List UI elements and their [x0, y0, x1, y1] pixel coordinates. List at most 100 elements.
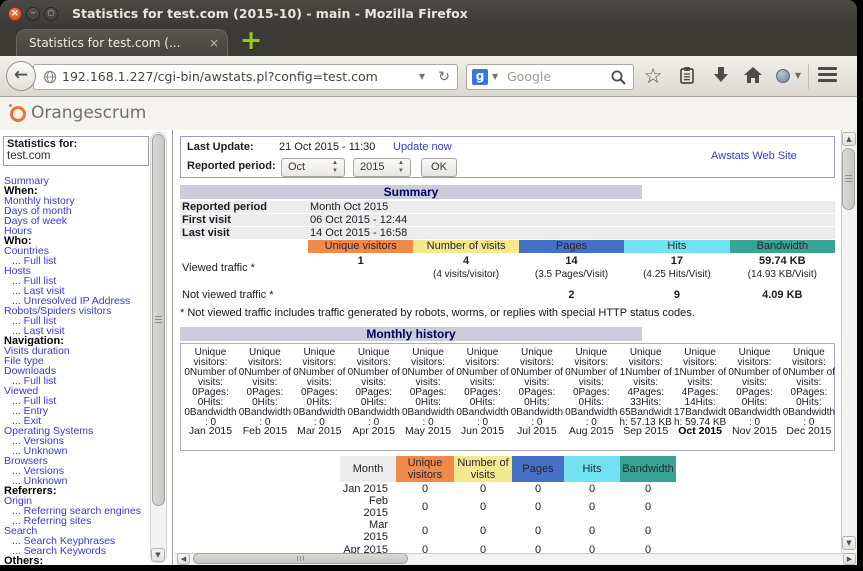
search-engine-dropdown-icon[interactable]: ▼	[492, 65, 498, 89]
sidebar-item-unknown[interactable]: ... Unknown	[4, 446, 152, 456]
sidebar-item-monthly-history[interactable]: Monthly history	[4, 196, 152, 206]
extension-dropdown-icon[interactable]: ▼	[792, 65, 804, 87]
sidebar-item-days-of-month[interactable]: Days of month	[4, 206, 152, 216]
search-go-icon[interactable]	[610, 69, 627, 86]
year-select[interactable]: 2015 ▲ ▼	[353, 158, 411, 177]
bookmark-star-icon[interactable]: ☆	[642, 65, 664, 87]
month-select[interactable]: Oct ▲ ▼	[281, 158, 345, 177]
value-cell: 0	[421, 501, 429, 513]
sidebar-item-versions[interactable]: ... Versions	[4, 436, 152, 446]
month-cell: Jan 2015	[342, 482, 388, 495]
update-now-link[interactable]: Update now	[393, 141, 452, 153]
sidebar-item-downloads[interactable]: Downloads	[4, 366, 152, 376]
toolbar-separator	[808, 64, 809, 89]
main-scrollbar-thumb[interactable]	[842, 148, 855, 210]
url-dropdown-icon[interactable]: ▼	[419, 65, 425, 89]
viewed-value: 14	[565, 255, 578, 267]
sidebar-item-robots-spiders-visitors[interactable]: Robots/Spiders visitors	[4, 306, 152, 316]
sidebar-item-days-of-week[interactable]: Days of week	[4, 216, 152, 226]
column-header-number-of-visits: Number of visits	[413, 240, 519, 253]
sidebar-scrollbar-thumb[interactable]	[152, 134, 165, 506]
sidebar: Statistics for: test.com Summary When: Mon…	[0, 130, 171, 565]
menu-hamburger-icon[interactable]	[818, 67, 840, 89]
value-cell: 0	[644, 543, 652, 554]
sidebar-item-last-visit[interactable]: ... Last visit	[4, 326, 152, 336]
sidebar-item-operating-systems[interactable]: Operating Systems	[4, 426, 152, 436]
new-tab-button[interactable]: +	[238, 27, 264, 55]
main-scroll-right-button[interactable]: ▶	[843, 553, 856, 565]
sidebar-item-unknown[interactable]: ... Unknown	[4, 476, 152, 486]
viewed-value: 1	[357, 255, 364, 267]
orangescrum-logo-leaf	[8, 103, 13, 108]
sidebar-item-hosts[interactable]: Hosts	[4, 266, 152, 276]
awstats-website-link[interactable]: Awstats Web Site	[711, 150, 797, 162]
viewed-ratio: (4 visits/visitor)	[433, 269, 500, 280]
main-scroll-down-button[interactable]: ▼	[842, 536, 856, 550]
monthly-table-row-feb-2015: Feb 2015 0 0 0 0 0	[340, 495, 676, 519]
month-spinner-icon[interactable]: ▲ ▼	[329, 159, 341, 176]
sidebar-item-unresolved-ip-address[interactable]: ... Unresolved IP Address	[4, 296, 152, 306]
url-text[interactable]: 192.168.1.227/cgi-bin/awstats.pl?config=…	[62, 65, 378, 89]
monthly-bar-alt-apr-2015: Unique visitors: 0Number of visits: 0Pag…	[347, 347, 400, 428]
sidebar-item-full-list[interactable]: ... Full list	[4, 256, 152, 266]
sidebar-section-navigation: Navigation:	[4, 336, 64, 346]
main-scroll-up-button[interactable]: ▲	[842, 132, 856, 146]
sidebar-item-origin[interactable]: Origin	[4, 496, 152, 506]
value-cell: 0	[644, 501, 652, 513]
sidebar-item-full-list[interactable]: ... Full list	[4, 316, 152, 326]
viewed-value: 59.74 KB	[759, 255, 806, 267]
summary-row-last-visit: Last visit 14 Oct 2015 - 16:58	[180, 227, 835, 239]
minimize-button[interactable]: –	[26, 7, 40, 21]
sidebar-item-countries[interactable]: Countries	[4, 246, 152, 256]
sidebar-item-hours[interactable]: Hours	[4, 226, 152, 236]
value-cell: 0	[421, 525, 429, 537]
sidebar-item-versions[interactable]: ... Versions	[4, 466, 152, 476]
year-spinner-icon[interactable]: ▲ ▼	[395, 159, 407, 176]
search-input[interactable]: Google	[507, 65, 551, 89]
search-engine-icon[interactable]: g	[472, 69, 488, 85]
monthly-bar-label-jun-2015: Jun 2015	[460, 425, 505, 437]
sidebar-item-full-list[interactable]: ... Full list	[4, 376, 152, 386]
tab-statistics[interactable]: Statistics for test.com (... ×	[16, 29, 228, 56]
sidebar-item-referring-sites[interactable]: ... Referring sites	[4, 516, 152, 526]
home-icon[interactable]	[742, 65, 764, 87]
monthly-history-table: Month Unique visitors Number of visits Page…	[340, 456, 676, 553]
report-frame: Last Update: 21 Oct 2015 - 11:30 Update …	[175, 130, 841, 553]
sidebar-item-file-type[interactable]: File type	[4, 356, 152, 366]
reload-icon[interactable]: ↻	[438, 65, 450, 89]
monthly-history-title: Monthly history	[180, 327, 642, 341]
downloads-icon[interactable]	[710, 65, 732, 87]
url-bar[interactable]: 192.168.1.227/cgi-bin/awstats.pl?config=…	[33, 64, 458, 90]
sidebar-section-who: Who:	[4, 236, 32, 246]
sidebar-item-browsers[interactable]: Browsers	[4, 456, 152, 466]
sidebar-item-full-list[interactable]: ... Full list	[4, 396, 152, 406]
sidebar-item-exit[interactable]: ... Exit	[4, 416, 152, 426]
monthly-history-graph: Unique visitors: 0Number of visits: 0Pag…	[180, 343, 835, 451]
monthly-table-row-apr-2015: Apr 2015 0 0 0 0 0	[340, 543, 676, 554]
sidebar-item-entry[interactable]: ... Entry	[4, 406, 152, 416]
close-button[interactable]: ×	[8, 7, 22, 21]
sidebar-item-full-list[interactable]: ... Full list	[4, 276, 152, 286]
search-bar[interactable]: g ▼ Google	[466, 64, 634, 90]
sidebar-item-referring-search-engines[interactable]: ... Referring search engines	[4, 506, 152, 516]
tab-close-icon[interactable]: ×	[209, 30, 219, 56]
sidebar-item-search-keywords[interactable]: ... Search Keywords	[4, 546, 152, 556]
extension-icon[interactable]	[776, 69, 790, 83]
monthly-bar-label-oct-2015: Oct 2015	[678, 425, 722, 437]
sidebar-item-search-keyphrases[interactable]: ... Search Keyphrases	[4, 536, 152, 546]
sidebar-item-search[interactable]: Search	[4, 526, 152, 536]
monthly-bar-label-aug-2015: Aug 2015	[568, 425, 614, 437]
monthly-table-row-jan-2015: Jan 2015 0 0 0 0 0	[340, 482, 676, 495]
sidebar-item-visits-duration[interactable]: Visits duration	[4, 346, 152, 356]
sidebar-item-viewed[interactable]: Viewed	[4, 386, 152, 396]
ok-button[interactable]: OK	[421, 158, 457, 177]
monthly-bar-label-apr-2015: Apr 2015	[352, 425, 395, 437]
main-scroll-left-button[interactable]: ◀	[177, 553, 190, 565]
back-button[interactable]: ←	[6, 61, 36, 91]
main-scrollbar-horizontal-thumb[interactable]	[193, 553, 408, 564]
sidebar-item-last-visit[interactable]: ... Last visit	[4, 286, 152, 296]
sidebar-item-summary[interactable]: Summary	[4, 176, 152, 186]
sidebar-scroll-down-button[interactable]: ▼	[151, 548, 165, 562]
bookmarks-menu-icon[interactable]	[676, 65, 698, 87]
maximize-button[interactable]: ▢	[44, 7, 58, 21]
